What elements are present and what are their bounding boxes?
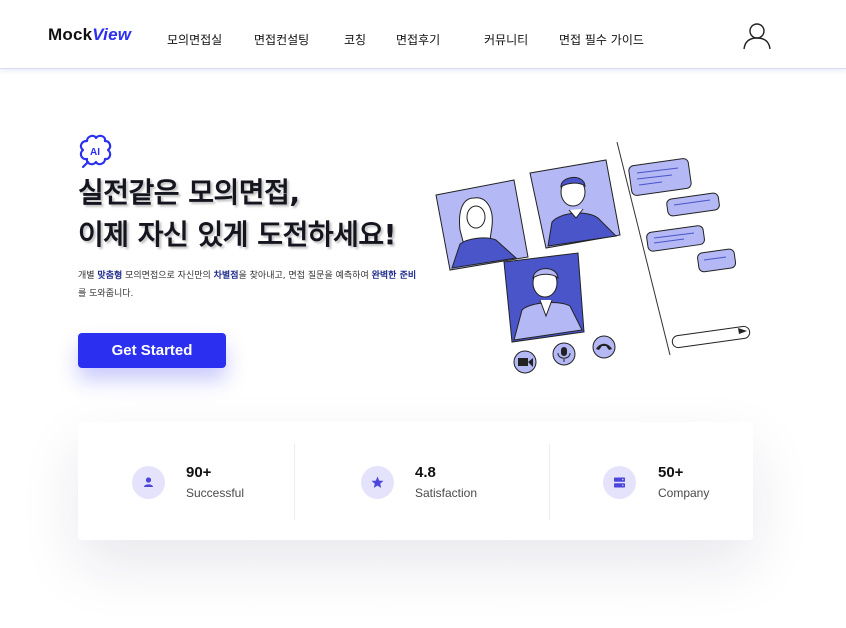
hero-description: 개별 맞춤형 모의면접으로 자신만의 차별점을 찾아내고, 면접 질문을 예측하… [78, 267, 418, 303]
nav-item-interview-reviews[interactable]: 면접후기 [396, 31, 440, 48]
stat-successful: 90+ Successful [78, 422, 294, 540]
headline-line-2: 이제 자신 있게 도전하세요! [78, 218, 396, 251]
nav-item-interview-guide[interactable]: 면접 필수 가이드 [559, 31, 644, 48]
desc-bold-3: 완벽한 준비 [371, 271, 417, 281]
interviewee-frame-2 [529, 159, 621, 249]
interviewee-frame-1 [435, 179, 529, 271]
logo[interactable]: MockView [48, 25, 131, 45]
stat-satisfaction: 4.8 Satisfaction [295, 422, 549, 540]
nav-item-interview-consulting[interactable]: 면접컨설팅 [254, 31, 309, 48]
nav-item-community[interactable]: 커뮤니티 [484, 31, 528, 48]
desc-text-1: 개별 [78, 271, 98, 281]
logo-accent: View [92, 25, 132, 44]
logo-prefix: Mock [48, 25, 93, 44]
nav-item-mock-interview-room[interactable]: 모의면접실 [167, 31, 222, 48]
top-navigation-bar: MockView 모의면접실 면접컨설팅 코칭 면접후기 커뮤니티 면접 필수 … [0, 0, 846, 69]
desc-bold-1: 맞춤형 [97, 271, 123, 281]
video-camera-icon [513, 350, 537, 374]
star-icon [361, 466, 394, 499]
nav-item-coaching[interactable]: 코칭 [344, 31, 366, 48]
stat-value: 90+ [186, 464, 212, 481]
user-profile-icon[interactable] [742, 21, 772, 51]
stat-value: 50+ [658, 464, 684, 481]
headline-line-1: 실전같은 모의면접, [78, 176, 300, 209]
get-started-button[interactable]: Get Started [78, 333, 226, 368]
desc-text-2: 모의면접으로 자신만의 [122, 271, 214, 281]
user-icon [132, 466, 165, 499]
interviewer-frame [503, 252, 585, 343]
hero-headline: 실전같은 모의면접, 이제 자신 있게 도전하세요! [78, 172, 396, 256]
ai-badge-text: AI [90, 147, 100, 158]
server-icon [603, 466, 636, 499]
desc-text-3: 을 찾아내고, 면접 질문을 예측하여 [238, 271, 372, 281]
desc-bold-2: 차별점 [213, 271, 239, 281]
message-input-illustration [671, 325, 751, 349]
stat-label: Company [658, 486, 710, 500]
chat-bubbles [628, 158, 737, 273]
microphone-icon [552, 342, 576, 366]
desc-text-4: 를 도와줍니다. [78, 289, 134, 299]
stat-label: Successful [186, 486, 245, 500]
stat-company: 50+ Company [550, 422, 753, 540]
ai-brain-icon: AI [77, 133, 113, 170]
stats-card: 90+ Successful 4.8 Satisfaction 50+ Comp… [78, 422, 753, 540]
hang-up-icon [592, 335, 616, 359]
stat-value: 4.8 [415, 464, 436, 481]
stat-label: Satisfaction [415, 486, 478, 500]
video-interview-illustration [430, 140, 760, 380]
